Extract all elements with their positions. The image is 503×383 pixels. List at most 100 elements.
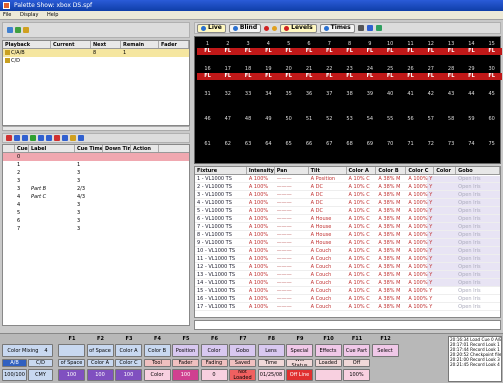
channel-cell[interactable]: 43 [441, 90, 462, 108]
channel-cell[interactable]: 49 [258, 115, 279, 133]
fixture-row[interactable]: 16 - VL1000 TS A 100% ——— A Couch A 10% C A 3… [195, 295, 500, 303]
channel-cell[interactable]: 65 [278, 140, 299, 158]
open-icon[interactable] [15, 27, 21, 33]
rewind-icon[interactable] [14, 135, 20, 141]
col-cue-time[interactable]: Cue Time [75, 145, 103, 152]
fkey-button[interactable]: Color [200, 344, 228, 357]
fixture-row[interactable]: 3 - VL1000 TS A 100% ——— A DC A 10% C A 38% M… [195, 191, 500, 199]
channel-cell[interactable]: 45 [481, 90, 502, 108]
fkey-button[interactable]: Effects [314, 344, 342, 357]
fkey-status[interactable]: C/D [28, 359, 53, 367]
channel-cell[interactable]: 30 FL [481, 65, 503, 83]
forward-icon[interactable] [38, 135, 44, 141]
channel-cell[interactable]: 12 FL [420, 40, 442, 58]
fixture-row[interactable]: 4 - VL1000 TS A 100% ——— A DC A 10% C A 38% M… [195, 199, 500, 207]
command-line-input[interactable] [194, 320, 501, 330]
channel-cell[interactable]: 53 [339, 115, 360, 133]
cue-row[interactable]: 33 [3, 177, 189, 185]
channel-cell[interactable]: 19 FL [257, 65, 279, 83]
fkey-status[interactable]: A/B [2, 359, 27, 367]
channel-cell[interactable]: 20 FL [278, 65, 300, 83]
col-color[interactable]: Color [434, 167, 457, 174]
col-next[interactable]: Next [91, 41, 121, 48]
channel-cell[interactable]: 28 FL [440, 65, 462, 83]
channel-cell[interactable]: 32 [217, 90, 238, 108]
channel-cell[interactable]: 59 [461, 115, 482, 133]
channel-cell[interactable]: 2 FL [217, 40, 239, 58]
channel-cell[interactable]: 75 [481, 140, 502, 158]
cue-row[interactable]: 53 [3, 209, 189, 217]
tools-icon[interactable] [375, 25, 382, 31]
cue-row[interactable]: 43 [3, 201, 189, 209]
fkey-button[interactable]: of Space [86, 344, 114, 357]
playback-row[interactable]: C/D [3, 57, 189, 65]
col-intensity[interactable]: Intensity [247, 167, 275, 174]
channel-cell[interactable]: 60 [481, 115, 502, 133]
channel-cell[interactable]: 5 FL [278, 40, 300, 58]
fkey-status[interactable]: Fader [172, 359, 199, 367]
blind-button[interactable]: Blind [228, 23, 262, 33]
fkey-button[interactable]: Cue Part [343, 344, 370, 357]
col-fixture[interactable]: Fixture [195, 167, 247, 174]
delete-icon[interactable] [78, 135, 84, 141]
fkey-button[interactable] [58, 344, 85, 357]
fkey-status[interactable]: Loaded [314, 359, 342, 367]
fkey-status[interactable]: Wkl Status [286, 359, 313, 367]
channel-cell[interactable]: 25 FL [379, 65, 401, 83]
playback-row[interactable]: C/A/B 8 1 [3, 49, 189, 57]
fixture-row[interactable]: 12 - VL1000 TS A 100% ——— A Couch A 10% C A 3… [195, 263, 500, 271]
channel-cell[interactable]: 44 [461, 90, 482, 108]
channel-cell[interactable]: 73 [441, 140, 462, 158]
menu-display[interactable]: Display [20, 12, 38, 18]
channel-cell[interactable]: 6 FL [298, 40, 320, 58]
insert-icon[interactable] [62, 135, 68, 141]
channel-cell[interactable]: 64 [258, 140, 279, 158]
channel-cell[interactable]: 17 FL [217, 65, 239, 83]
channel-cell[interactable]: 52 [319, 115, 340, 133]
channel-cell[interactable]: 61 [197, 140, 218, 158]
levels-button[interactable]: Levels [280, 23, 317, 33]
fkey-status[interactable]: Color C [115, 359, 142, 367]
fkey-button[interactable]: Special [286, 344, 313, 357]
cue-row[interactable]: 23 [3, 169, 189, 177]
fixture-row[interactable]: 9 - VL1000 TS A 100% ——— A House A 10% C A 38… [195, 239, 500, 247]
channel-cell[interactable]: 33 [238, 90, 259, 108]
fkey-status[interactable]: Tool [143, 359, 171, 367]
times-button[interactable]: Times [319, 23, 355, 33]
channel-cell[interactable]: 8 FL [339, 40, 361, 58]
back-icon[interactable] [22, 135, 28, 141]
col-tilt[interactable]: Tilt [309, 167, 347, 174]
flash-icon[interactable] [272, 25, 278, 31]
channel-cell[interactable]: 18 FL [237, 65, 259, 83]
live-button[interactable]: Live [197, 23, 226, 33]
play-icon[interactable] [30, 135, 36, 141]
fkey-button[interactable]: Color B [143, 344, 171, 357]
channel-cell[interactable]: 35 [278, 90, 299, 108]
col-remain[interactable]: Remain [121, 41, 159, 48]
channel-cell[interactable]: 23 FL [339, 65, 361, 83]
cue-row[interactable]: 73 [3, 225, 189, 233]
col-pan[interactable]: Pan [275, 167, 309, 174]
channel-cell[interactable]: 68 [339, 140, 360, 158]
channel-cell[interactable]: 58 [441, 115, 462, 133]
channel-cell[interactable]: 24 FL [359, 65, 381, 83]
channel-cell[interactable]: 66 [299, 140, 320, 158]
channel-cell[interactable]: 14 FL [460, 40, 482, 58]
col-gobo[interactable]: Gobo [456, 167, 500, 174]
channel-cell[interactable]: 36 [299, 90, 320, 108]
filter-icon[interactable] [366, 25, 373, 31]
channel-cell[interactable]: 70 [380, 140, 401, 158]
channel-cell[interactable]: 29 FL [460, 65, 482, 83]
col-color-c[interactable]: Color C [406, 167, 435, 174]
channel-cell[interactable]: 37 [319, 90, 340, 108]
col-down-time[interactable]: Down Time [103, 145, 131, 152]
channel-cell[interactable]: 34 [258, 90, 279, 108]
channel-cell[interactable]: 13 FL [440, 40, 462, 58]
channel-cell[interactable]: 50 [278, 115, 299, 133]
channel-cell[interactable]: 16 FL [197, 65, 218, 83]
cue-row[interactable]: 63 [3, 217, 189, 225]
channel-cell[interactable]: 48 [238, 115, 259, 133]
channel-cell[interactable]: 51 [299, 115, 320, 133]
color-mixing-select[interactable]: Color Mixing 4 [2, 344, 53, 357]
channel-cell[interactable]: 74 [461, 140, 482, 158]
